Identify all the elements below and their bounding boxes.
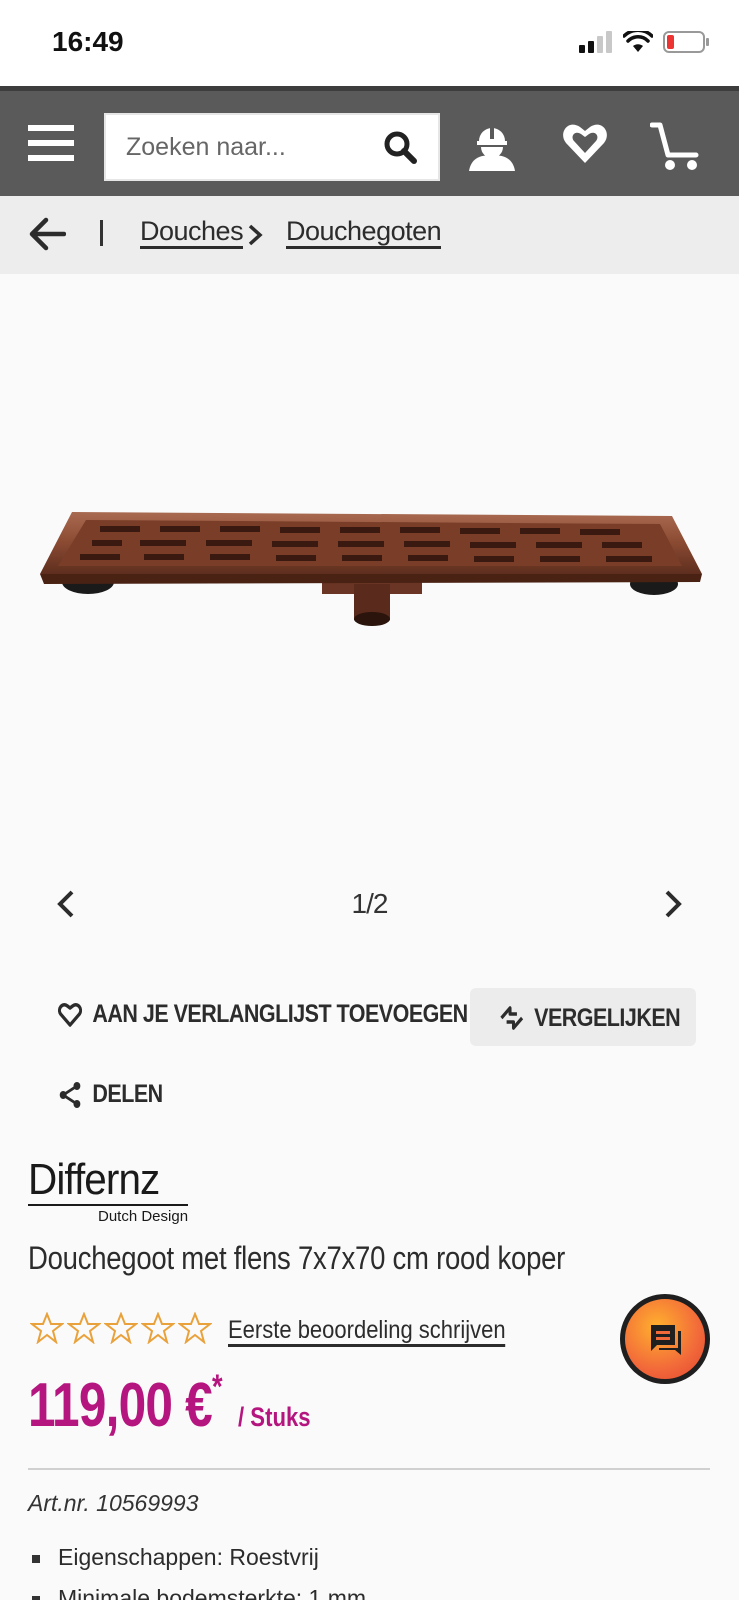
search-icon — [384, 131, 417, 164]
list-item: Eigenschappen: Roestvrij — [28, 1544, 366, 1571]
brand-logo[interactable]: Differnz Dutch Design — [28, 1155, 189, 1225]
list-item: Minimale bodemsterkte: 1 mm — [28, 1585, 366, 1600]
star-outline-icon — [178, 1312, 212, 1344]
write-review-link[interactable]: Eerste beoordeling schrijven — [228, 1316, 506, 1347]
breadcrumb-separator — [100, 220, 103, 246]
price-asterisk: * — [211, 1368, 223, 1407]
star-outline-icon — [141, 1312, 175, 1344]
breadcrumb-douchegoten[interactable]: Douchegoten — [286, 216, 442, 249]
status-icons — [579, 30, 711, 54]
chevron-right-icon[interactable] — [661, 888, 685, 925]
article-number: Art.nr. 10569993 — [28, 1490, 199, 1516]
compare-label: VERGELIJKEN — [534, 1003, 681, 1032]
wishlist-label: AAN JE VERLANGLIJST TOEVOEGEN — [92, 1000, 468, 1028]
star-outline-icon — [67, 1312, 101, 1344]
breadcrumb: Douches Douchegoten — [0, 196, 739, 274]
compare-arrows-icon — [500, 1006, 524, 1030]
add-to-wishlist-button[interactable]: AAN JE VERLANGLIJST TOEVOEGEN — [58, 1000, 468, 1029]
account-worker-icon[interactable] — [465, 119, 519, 178]
gallery-pager: 1/2 — [0, 880, 739, 930]
hamburger-menu-icon[interactable] — [28, 125, 74, 165]
gallery-counter: 1/2 — [351, 888, 389, 919]
brand-name: Differnz — [28, 1155, 160, 1204]
product-price: 119,00 €* — [28, 1368, 223, 1441]
share-icon — [59, 1081, 81, 1108]
status-time: 16:49 — [52, 26, 124, 57]
price-unit: / Stuks — [238, 1402, 311, 1432]
divider — [28, 1468, 710, 1470]
spec-list: Eigenschappen: Roestvrij Minimale bodems… — [28, 1544, 366, 1600]
price-value: 119,00 € — [28, 1371, 213, 1440]
product-image — [40, 512, 702, 626]
brand-tagline: Dutch Design — [98, 1208, 189, 1225]
wifi-icon — [623, 31, 653, 52]
back-arrow-icon[interactable] — [28, 216, 67, 257]
share-label: DELEN — [92, 1080, 163, 1108]
cellular-signal-icon — [579, 31, 612, 53]
product-title: Douchegoot met flens 7x7x70 cm rood kope… — [28, 1240, 566, 1276]
chat-button[interactable] — [620, 1294, 710, 1384]
search-input[interactable] — [106, 115, 362, 179]
status-bar: 16:49 — [0, 0, 739, 86]
compare-button[interactable]: VERGELIJKEN — [470, 988, 696, 1046]
search-box — [104, 113, 440, 181]
search-button[interactable] — [362, 115, 438, 179]
chat-bubble-icon — [651, 1325, 681, 1355]
heart-outline-icon — [58, 1002, 83, 1027]
star-outline-icon — [104, 1312, 138, 1344]
rating-stars — [30, 1312, 212, 1344]
product-image-gallery[interactable] — [0, 274, 739, 854]
battery-icon — [663, 31, 709, 53]
top-nav — [0, 86, 739, 196]
breadcrumb-douches[interactable]: Douches — [140, 216, 244, 249]
chevron-right-icon — [248, 224, 263, 246]
share-button[interactable]: DELEN — [58, 1080, 163, 1109]
cart-icon[interactable] — [649, 119, 704, 178]
star-outline-icon — [30, 1312, 64, 1344]
wishlist-heart-icon[interactable] — [560, 119, 610, 174]
